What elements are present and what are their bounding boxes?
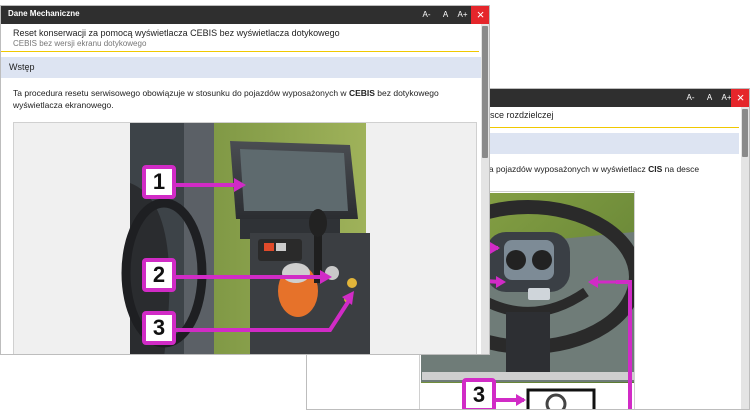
front-font-smaller-button[interactable]: A- [417, 6, 436, 24]
front-callout-1: 1 [142, 165, 176, 199]
front-paragraph: Ta procedura resetu serwisowego obowiązu… [13, 87, 475, 111]
back-callout-3: 3 [462, 378, 496, 409]
front-font-larger-button[interactable]: A+ [453, 6, 472, 24]
front-cab-photo [121, 123, 370, 354]
back-para-end: na desce [662, 164, 700, 174]
front-window: Dane Mechaniczne A- A A+ × Reset konserw… [0, 5, 490, 355]
back-doc-title: esce rozdzielczej [485, 110, 554, 120]
front-scrollbar[interactable] [481, 24, 489, 354]
front-callout-2: 2 [142, 258, 176, 292]
front-accent-rule [1, 51, 479, 52]
back-paragraph: la pojazdów wyposażonych w wyświetlacz C… [487, 163, 737, 175]
front-scroll-thumb[interactable] [482, 26, 488, 158]
front-para-bold: CEBIS [348, 88, 375, 98]
front-doc-subtitle: CEBIS bez wersji ekranu dotykowego [13, 39, 147, 48]
front-callout-3: 3 [142, 311, 176, 345]
back-scrollbar[interactable] [741, 107, 749, 409]
front-para-start: Ta procedura resetu serwisowego obowiązu… [13, 88, 349, 98]
screen: A- A A+ × esce rozdzielczej la pojazdów … [0, 0, 750, 410]
back-close-button[interactable]: × [731, 89, 749, 107]
front-close-button[interactable]: × [471, 6, 489, 24]
front-titlebar: Dane Mechaniczne A- A A+ × [1, 6, 489, 24]
back-font-smaller-button[interactable]: A- [681, 89, 700, 107]
front-image-frame: 1 2 3 [13, 122, 477, 354]
back-scroll-thumb[interactable] [742, 109, 748, 157]
front-window-title: Dane Mechaniczne [8, 9, 80, 18]
front-section-label: Wstęp [9, 62, 35, 72]
back-para-bold: CIS [648, 164, 663, 174]
front-doc-title: Reset konserwacji za pomocą wyświetlacza… [13, 28, 340, 38]
back-para-text: la pojazdów wyposażonych w wyświetlacz [487, 164, 649, 174]
front-section-bar: Wstęp [1, 57, 481, 78]
